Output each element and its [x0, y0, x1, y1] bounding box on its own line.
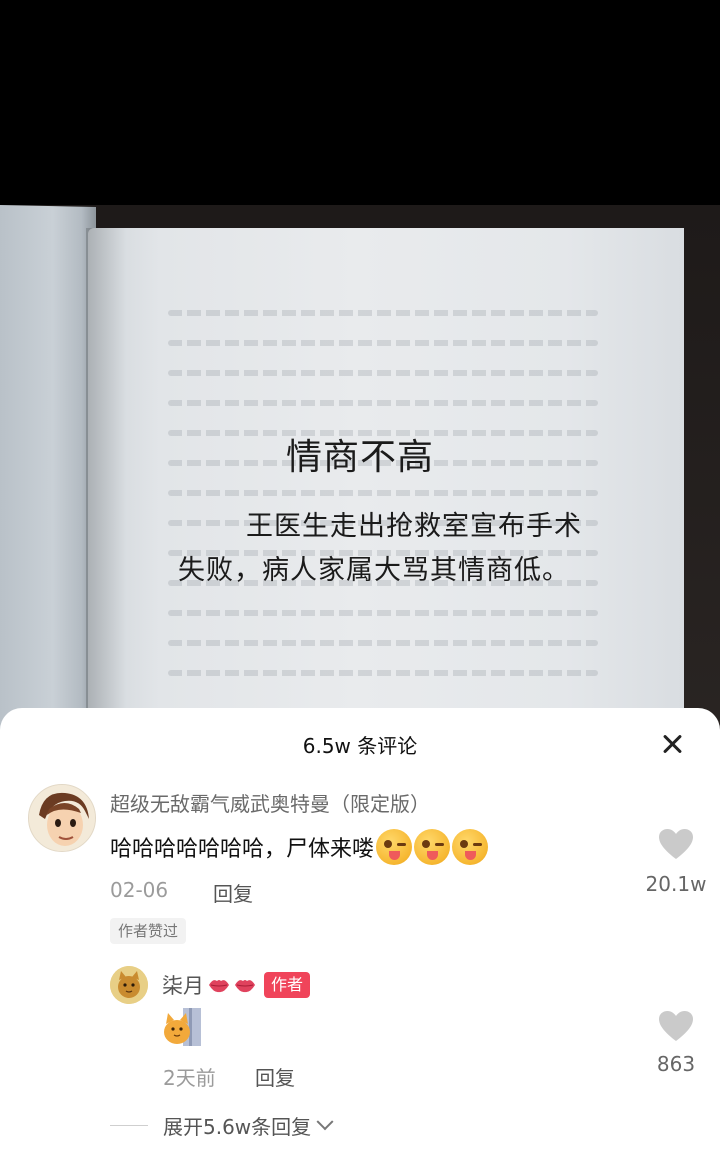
heart-icon[interactable]: [658, 1010, 694, 1042]
expand-replies-button[interactable]: 展开5.6w条回复: [163, 1111, 334, 1140]
reply-username-row: 柒月 作者: [162, 970, 311, 1000]
reply-username[interactable]: 柒月: [162, 970, 204, 1000]
book-left-page: [0, 204, 96, 760]
author-liked-badge: 作者赞过: [110, 918, 187, 944]
author-badge: 作者: [264, 972, 311, 998]
comments-panel: 6.5w 条评论 超级无敌霸气威武奥特曼（限定版） 哈哈哈哈哈哈哈，尸体来喽 0…: [0, 708, 720, 1155]
like-count: 863: [656, 1052, 696, 1076]
comment-text: 哈哈哈哈哈哈哈，尸体来喽: [110, 837, 375, 862]
tongue-wink-emoji-icon: [414, 829, 451, 865]
divider: [110, 1125, 148, 1126]
tongue-wink-emoji-icon: [452, 829, 489, 865]
avatar[interactable]: [110, 966, 148, 1004]
lips-icon: [234, 976, 256, 994]
like-count: 20.1w: [645, 872, 707, 896]
comment-username[interactable]: 超级无敌霸气威武奥特曼（限定版）: [110, 788, 430, 817]
book-title: 情商不高: [285, 437, 434, 478]
avatar[interactable]: [28, 784, 96, 852]
comments-count-header: 6.5w 条评论: [302, 734, 418, 758]
cat-avatar-icon: [110, 966, 148, 1004]
reply-date: 2天前: [163, 1066, 216, 1090]
close-icon[interactable]: [656, 728, 688, 760]
cat-sticker-icon[interactable]: [163, 1008, 201, 1046]
comment-body: 哈哈哈哈哈哈哈，尸体来喽: [110, 829, 489, 865]
expand-replies-label: 展开5.6w条回复: [163, 1115, 312, 1139]
tongue-wink-emoji-icon: [376, 829, 413, 865]
book-paragraph: 王医生走出抢救室宣布手术失败，病人家属大骂其情商低。: [178, 511, 582, 586]
heart-icon[interactable]: [658, 828, 694, 860]
lips-icon: [208, 976, 230, 994]
chevron-down-icon: [316, 1112, 334, 1130]
comment-date: 02-06: [110, 878, 169, 902]
reply-button[interactable]: 回复: [255, 1062, 295, 1091]
reply-button[interactable]: 回复: [213, 878, 253, 907]
book-spine-shadow: [86, 228, 126, 760]
post-photo[interactable]: 情商不高 王医生走出抢救室宣布手术失败，病人家属大骂其情商低。: [0, 0, 720, 760]
cartoon-avatar-icon: [29, 785, 95, 851]
